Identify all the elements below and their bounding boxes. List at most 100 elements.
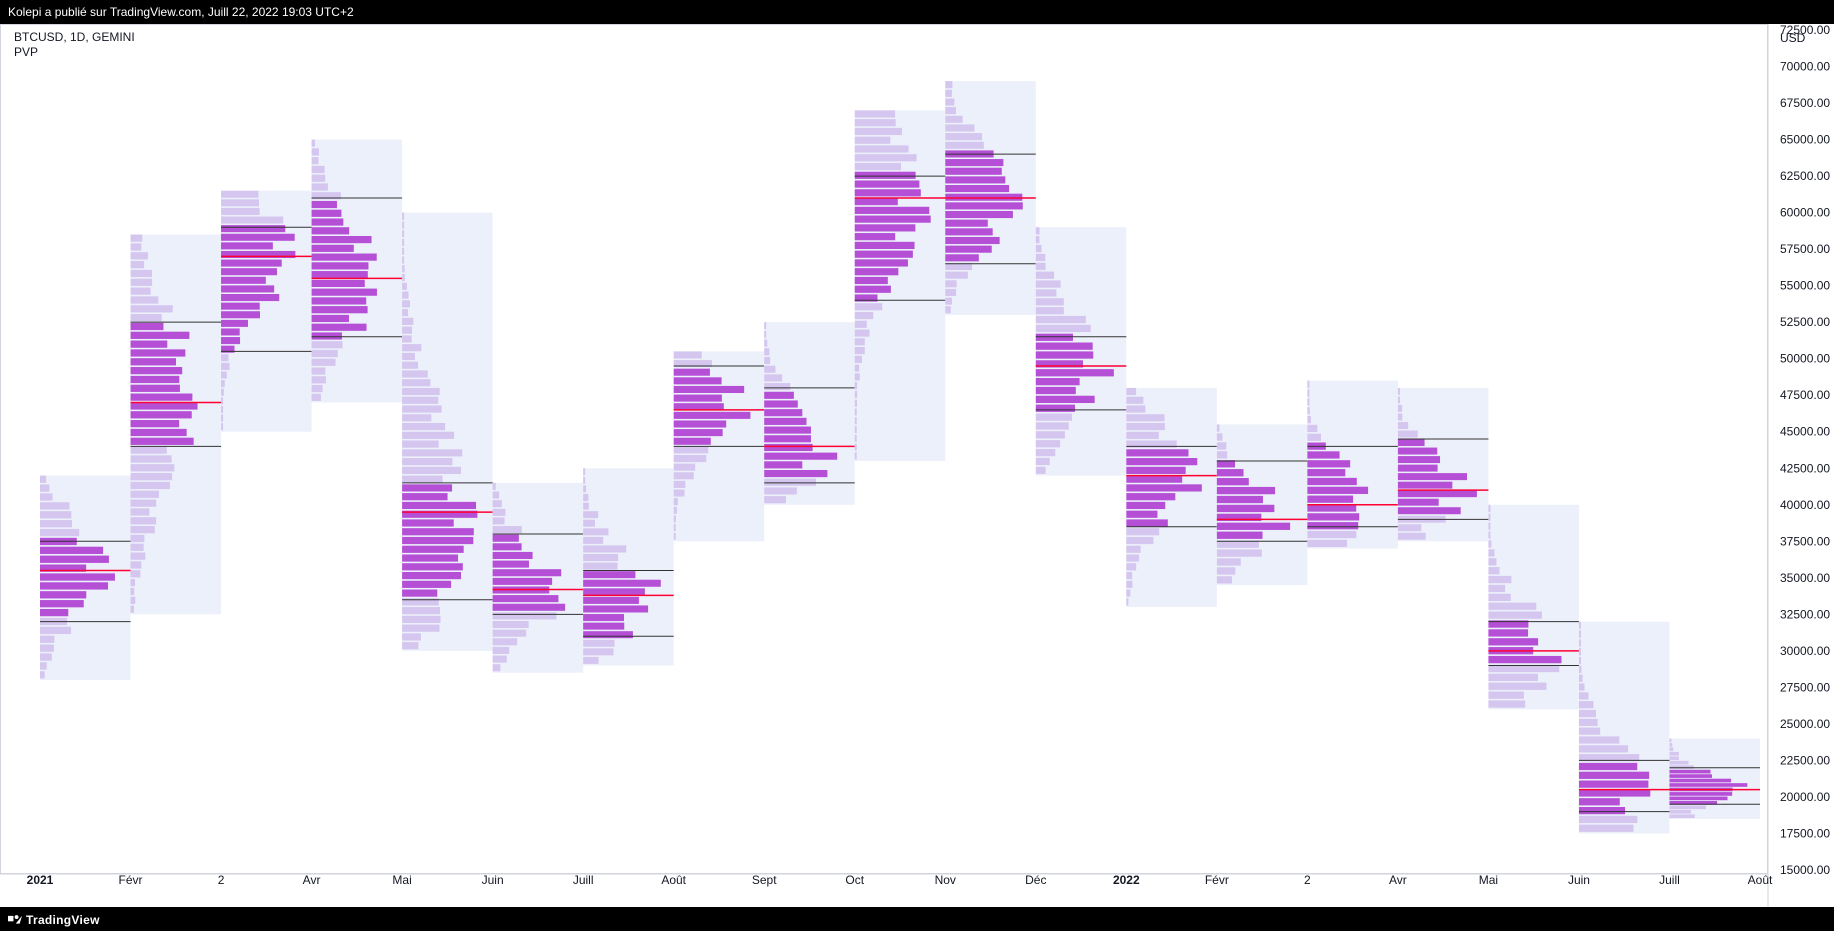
profile-bar [131,358,176,365]
profile-bar [402,274,405,281]
profile-bar [40,653,52,660]
profile-bar [764,409,802,416]
profile-bar [764,340,767,347]
chart-area[interactable]: USD15000.0017500.0020000.0022500.0025000… [0,24,1834,907]
profile-bar [945,176,1005,183]
profile-bar [493,621,529,628]
profile-bar [131,305,173,312]
profile-bar [1488,576,1511,583]
profile-bar [312,157,319,164]
profile-bar [1669,761,1688,765]
profile-bar [945,220,988,227]
profile-bar [221,337,240,344]
profile-bar [40,502,69,509]
profile-bar [221,285,274,292]
profile-bar [855,251,913,258]
profile-bar [855,435,857,442]
profile-bar [1398,499,1439,506]
profile-bar [1579,692,1589,699]
profile-bar [764,374,782,381]
yaxis-tick: 42500.00 [1780,461,1830,475]
profile-bar [40,476,46,483]
profile-bar [1669,783,1747,787]
profile-bar [131,288,151,295]
profile-bar [1036,298,1064,305]
profile-bar [674,533,676,540]
profile-bar [131,579,135,586]
profile-bar [1126,572,1132,579]
profile-bar [1579,807,1625,814]
profile-bar [855,128,902,135]
profile-bar [945,81,952,88]
profile-bar [1669,756,1678,760]
profile-bar [674,351,702,358]
profile-bar [855,189,921,196]
profile-bar [1036,272,1054,279]
profile-bar [1126,511,1157,518]
profile-bar [1036,289,1057,296]
profile-bar [1036,245,1042,252]
profile-bar [402,221,404,228]
profile-bar [1217,451,1227,458]
profile-bar [855,268,899,275]
profile-bar [131,438,194,445]
yaxis-tick: 15000.00 [1780,863,1830,877]
profile-bar [402,528,474,535]
profile-bar [764,470,827,477]
profile-bar [1307,389,1309,396]
publish-text: Kolepi a publié sur TradingView.com, Jui… [8,0,354,24]
profile-bar [131,411,192,418]
profile-bar [1036,325,1091,332]
profile-bar [583,640,614,647]
profile-bar [1217,523,1290,530]
profile-bar [131,279,153,286]
profile-bar [221,380,225,387]
profile-bar [1579,825,1634,832]
profile-bar [1126,467,1185,474]
profile-bar [674,369,710,376]
profile-bar [402,625,439,632]
profile-bar [945,228,992,235]
profile-bar [1669,779,1731,783]
profile-bar [945,159,1003,166]
profile-bar [312,367,326,374]
profile-bar [312,385,323,392]
profile-bar [312,341,343,348]
profile-bar [855,172,916,179]
profile-bar [40,573,115,580]
profile-bar [1669,810,1690,814]
profile-bar [1217,478,1249,485]
profile-bar [40,556,109,563]
profile-bar [402,572,461,579]
profile-bar [674,481,686,488]
profile-bar [1217,505,1275,512]
profile-bar [221,199,259,206]
profile-bar [945,254,979,261]
profile-bar [855,303,882,310]
profile-bar [402,327,412,334]
profile-bar [583,631,633,638]
price-chart-svg[interactable]: USD15000.0017500.0020000.0022500.0025000… [0,24,1834,907]
profile-bar [855,154,917,161]
profile-bar [131,367,183,374]
yaxis-tick: 57500.00 [1780,242,1830,256]
profile-bar [1488,505,1490,512]
yaxis-tick: 35000.00 [1780,571,1830,585]
yaxis-tick: 17500.00 [1780,826,1830,840]
profile-bar [1488,514,1490,521]
profile-bar [131,429,187,436]
xaxis-tick: Févr [119,873,143,887]
yaxis-tick: 22500.00 [1780,753,1830,767]
profile-bar [1217,442,1226,449]
profile-bar [1488,523,1490,530]
profile-bar [855,242,915,249]
profile-bar [583,571,635,578]
profile-bar [1126,563,1136,570]
profile-bar [131,517,157,524]
profile-bar [583,520,595,527]
profile-bar [40,591,86,598]
profile-bar [1488,700,1525,707]
profile-bar [1579,728,1600,735]
publish-banner: Kolepi a publié sur TradingView.com, Jui… [0,0,1834,24]
profile-bar [312,245,354,252]
